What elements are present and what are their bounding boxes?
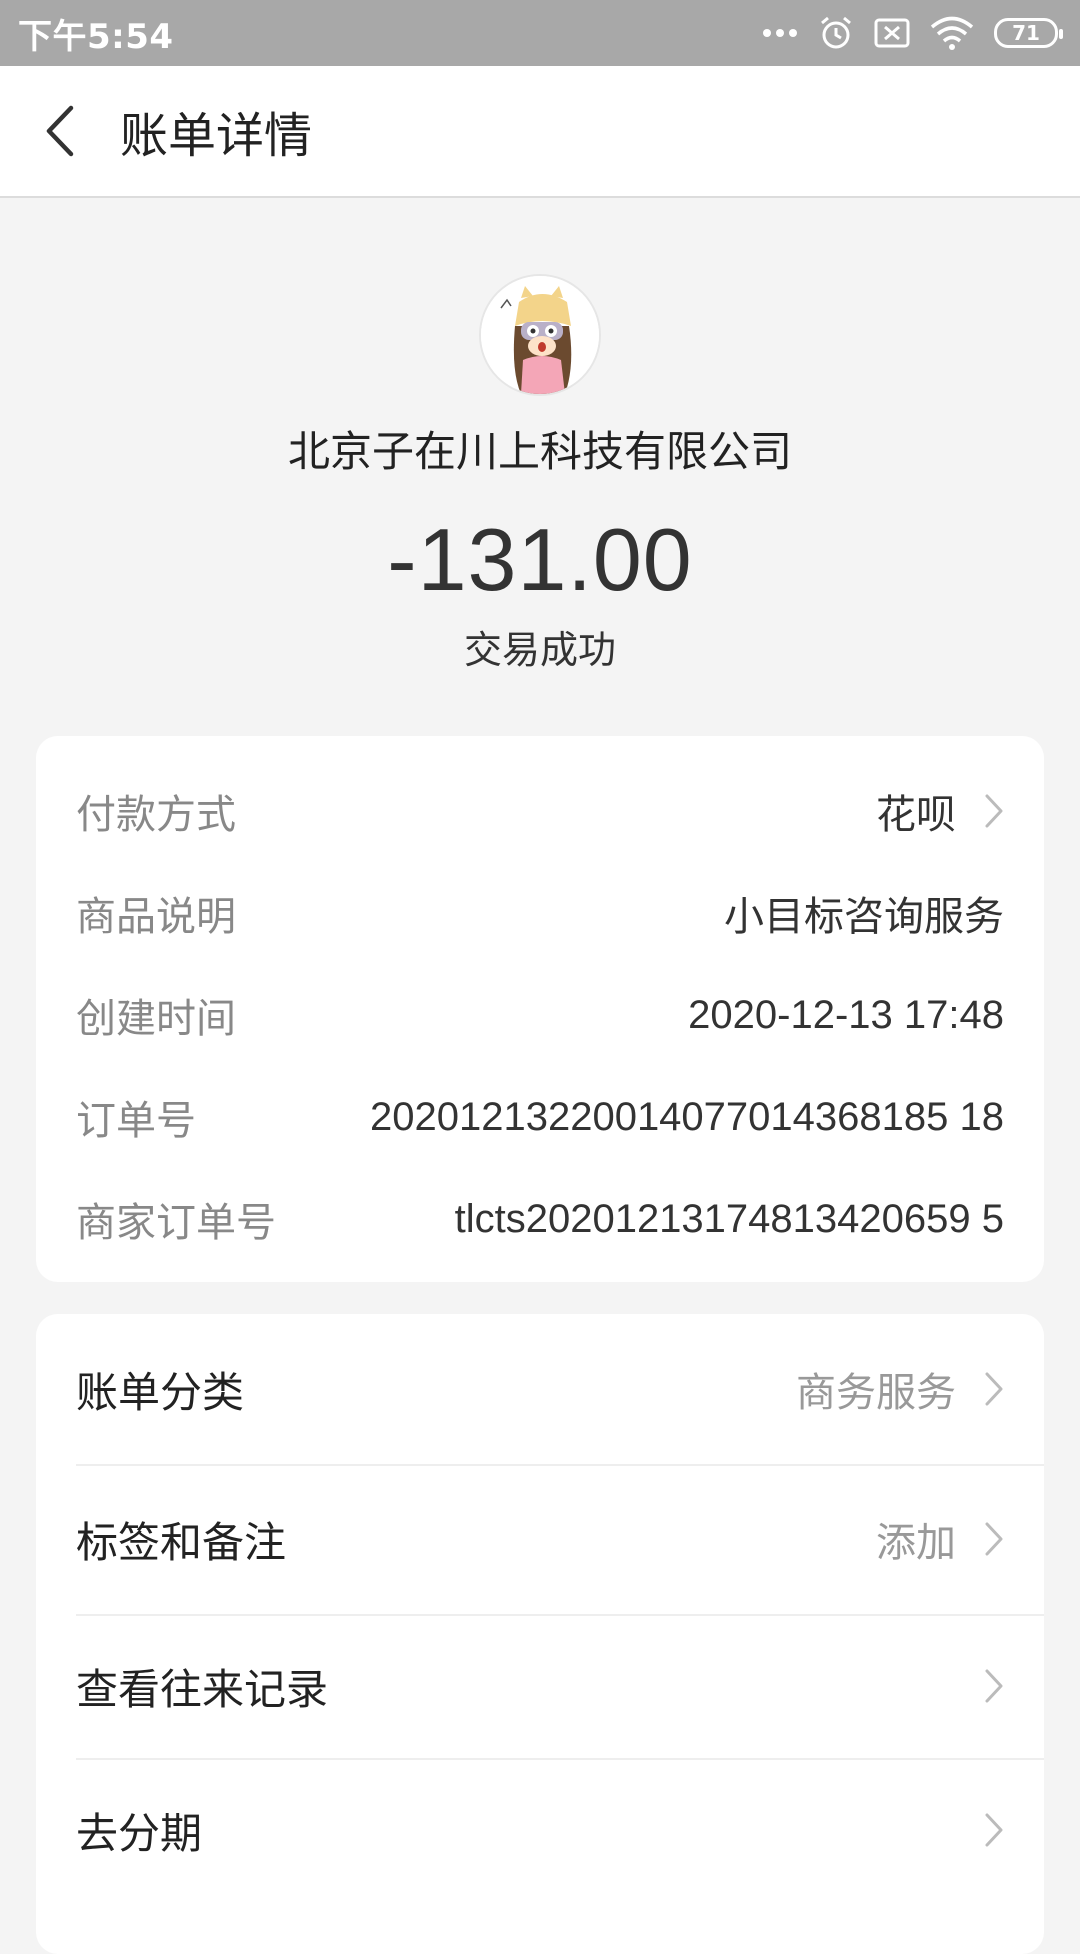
created-time-value: 2020-12-13 17:48 [688,992,1004,1037]
detail-value: 花呗 [876,782,1004,840]
detail-label: 商品说明 [76,894,236,940]
detail-label: 订单号 [76,1098,196,1144]
details-card: 付款方式 花呗 商品说明 小目标咨询服务 创建时间 2020-12-13 17:… [36,736,1044,1282]
nav-bar: 账单详情 [0,66,1080,198]
status-time: 下午5:54 [18,16,174,57]
chevron-right-icon [985,1669,1003,1703]
action-value [956,1668,1004,1704]
chevron-right-icon [985,1372,1003,1406]
sim-off-icon [874,18,910,48]
detail-value: 20201213220014077014368185 18 [370,1095,1004,1140]
action-value: 添加 [876,1510,1004,1568]
merchant-name: 北京子在川上科技有限公司 [287,427,792,476]
merchant-order-number-row: 商家订单号 tlcts20201213174813420659 5 [36,1168,1044,1270]
action-value: 商务服务 [796,1360,1004,1418]
merchant-avatar[interactable] [479,274,601,396]
transaction-status: 交易成功 [463,628,616,672]
action-label: 查看往来记录 [76,1664,329,1714]
detail-value: tlcts20201213174813420659 5 [455,1197,1004,1242]
detail-label: 商家订单号 [76,1200,276,1246]
page-title: 账单详情 [120,108,313,164]
status-icons: 71 [762,15,1063,51]
transaction-header: 北京子在川上科技有限公司 -131.00 交易成功 [0,198,1080,718]
alarm-icon [821,16,851,49]
action-label: 去分期 [76,1808,203,1858]
wifi-icon [930,16,974,50]
bill-category-value: 商务服务 [796,1370,956,1416]
actions-card: 账单分类 商务服务 标签和备注 添加 查看往来记录 去分期 [36,1314,1044,1954]
installment-row[interactable]: 去分期 [36,1758,1044,1902]
detail-label: 创建时间 [76,996,236,1042]
bill-category-row[interactable]: 账单分类 商务服务 [36,1314,1044,1464]
order-number-value: 20201213220014077014368185 18 [369,1094,1004,1139]
detail-value: 小目标咨询服务 [724,884,1004,942]
tags-notes-value: 添加 [876,1520,956,1566]
avatar-illustration [481,276,599,394]
chevron-left-icon [46,105,74,157]
chevron-right-icon [985,1813,1003,1847]
product-description-row: 商品说明 小目标咨询服务 [36,862,1044,964]
view-records-row[interactable]: 查看往来记录 [36,1614,1044,1758]
chevron-right-icon [985,1522,1003,1556]
payment-method-value: 花呗 [876,793,956,837]
transaction-amount: -131.00 [387,510,693,609]
battery-icon: 71 [994,18,1063,48]
more-dots-icon [763,29,797,37]
status-bar: 下午5:54 71 [0,0,1080,66]
action-label: 标签和备注 [76,1517,287,1567]
product-description-value: 小目标咨询服务 [724,895,1004,939]
order-number-row: 订单号 20201213220014077014368185 18 [36,1066,1044,1168]
detail-label: 付款方式 [76,792,236,838]
created-time-row: 创建时间 2020-12-13 17:48 [36,964,1044,1066]
payment-method-row[interactable]: 付款方式 花呗 [36,760,1044,862]
action-value [956,1812,1004,1848]
merchant-order-number-value: tlcts20201213174813420659 5 [454,1196,1004,1241]
detail-value: 2020-12-13 17:48 [688,993,1004,1038]
action-label: 账单分类 [76,1367,245,1417]
tags-notes-row[interactable]: 标签和备注 添加 [36,1464,1044,1614]
back-button[interactable] [0,65,120,197]
chevron-right-icon [985,794,1003,828]
battery-level: 71 [1012,21,1040,45]
